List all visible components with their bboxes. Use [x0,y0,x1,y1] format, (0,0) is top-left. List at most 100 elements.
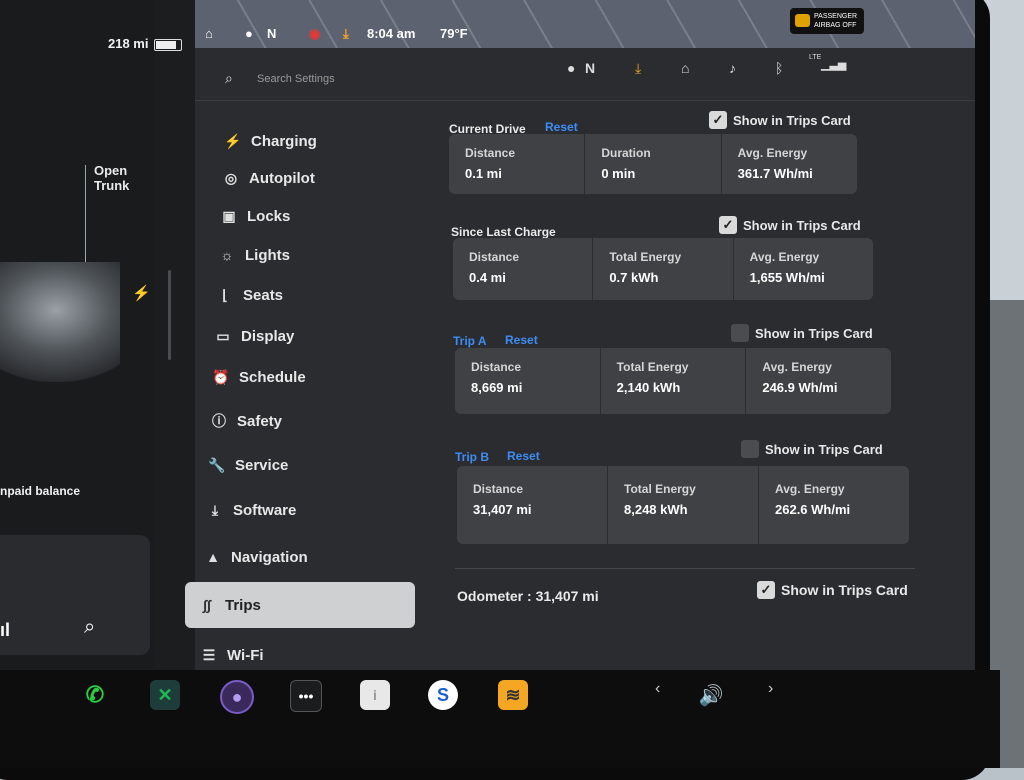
trips-icon: ∫∫ [203,597,211,613]
stat-label: Distance [469,250,520,264]
nav-locks[interactable]: ▣ Locks [195,197,290,235]
nav-label: Wi-Fi [227,646,264,664]
phone-icon[interactable]: ✆ [80,680,110,710]
stat-value: 8,248 kWh [624,502,688,517]
checkbox-unchecked-icon[interactable] [731,324,749,342]
trip-b-show-toggle[interactable]: Show in Trips Card [741,440,883,458]
nav-navigation[interactable]: ▲ Navigation [195,538,308,576]
display-icon: ▭ [216,327,230,344]
stat-cell: Total Energy 8,248 kWh [608,466,759,544]
since-last-charge-title: Since Last Charge [451,225,556,239]
driver-profile-icon[interactable]: ⌂ [205,26,213,41]
nav-autopilot[interactable]: ◎ Autopilot [195,159,315,197]
sirius-icon[interactable]: S [428,680,458,710]
lock-icon: ▣ [222,207,236,224]
update-download-icon[interactable]: ⤓ [343,26,349,42]
shuffle-icon[interactable]: ✕ [150,680,180,710]
open-trunk-label-trunk: Trunk [94,178,130,193]
show-in-trips-label: Show in Trips Card [755,325,873,341]
checkbox-unchecked-icon[interactable] [741,440,759,458]
stat-value: 31,407 mi [473,502,532,517]
nav-label: Safety [237,412,283,430]
camera-icon[interactable]: ● [220,680,254,714]
nav-seats[interactable]: ⌊ Seats [195,276,283,314]
software-update-icon[interactable]: ⤓ [635,60,641,77]
trip-b-title: Trip B [455,450,490,464]
nav-charging[interactable]: ⚡ Charging [195,122,317,160]
show-in-trips-label: Show in Trips Card [733,112,851,128]
nav-software[interactable]: ⤓ Software [195,491,296,529]
notification-bell-icon[interactable]: ♪ [729,60,736,76]
stat-value: 0.7 kWh [609,270,659,285]
steering-wheel-icon: ◎ [224,169,238,186]
stat-cell: Total Energy 2,140 kWh [601,348,747,414]
checkbox-checked-icon[interactable]: ✓ [757,581,775,599]
odometer-show-toggle[interactable]: ✓ Show in Trips Card [757,581,908,599]
equalizer-icon[interactable]: ıl [0,620,10,641]
nav-label: Seats [243,286,284,304]
alert-icon: ⓘ [212,413,226,429]
checkbox-checked-icon[interactable]: ✓ [709,111,727,129]
stat-cell: Duration 0 min [585,134,722,194]
checkbox-checked-icon[interactable]: ✓ [719,216,737,234]
since-last-charge-show-toggle[interactable]: ✓ Show in Trips Card [719,216,861,234]
nav-wifi[interactable]: ☰ Wi-Fi [195,636,264,674]
more-icon[interactable]: ••• [290,680,322,712]
profile-icon[interactable]: ● [567,60,575,76]
navigation-icon: ▲ [206,549,220,565]
airbag-line1: PASSENGER [814,13,858,20]
trip-b-reset-button[interactable]: Reset [507,449,540,463]
stat-label: Duration [601,146,651,160]
nav-safety[interactable]: ⓘ Safety [195,402,282,440]
nav-lights[interactable]: ☼ Lights [195,236,290,274]
nav-label: Lights [245,246,290,264]
trip-b-card: Distance 31,407 mi Total Energy 8,248 kWh … [457,466,909,544]
nav-schedule[interactable]: ⏰ Schedule [195,358,305,396]
stat-value: 2,140 kWh [616,380,681,395]
media-search-icon[interactable]: ⌕ [84,616,95,639]
nav-display[interactable]: ▭ Display [195,317,294,355]
download-icon: ⤓ [211,501,219,518]
car-image [0,262,120,382]
audible-icon[interactable]: ≋ [498,680,528,710]
stat-label: Total Energy [624,482,696,496]
stat-label: Total Energy [616,360,689,374]
wifi-icon: ☰ [202,646,216,663]
profile-label[interactable]: N [585,60,595,76]
lte-label: LTE [809,54,822,61]
nav-label: Navigation [231,548,308,566]
record-icon[interactable]: ◉ [309,26,320,42]
stat-value: 0 min [601,166,636,181]
stat-cell: Avg. Energy 262.6 Wh/mi [759,466,909,544]
stat-label: Avg. Energy [749,250,820,264]
stat-label: Distance [471,360,522,374]
homelink-icon[interactable]: ⌂ [681,60,689,76]
stat-label: Distance [473,482,524,496]
stat-cell: Avg. Energy 246.9 Wh/mi [746,348,891,414]
user-icon: ● [245,26,253,41]
volume-up-chevron-icon[interactable]: › [768,680,773,698]
signal-strength-icon: ▁▃▅ [821,59,847,71]
settings-panel: ⌕ ● N ⤓ ⌂ ♪ ᛒ LTE ▁▃▅ ⚡ Charging ◎ Autop… [185,48,975,670]
trip-a-show-toggle[interactable]: Show in Trips Card [731,324,873,342]
stat-value: 361.7 Wh/mi [737,166,813,181]
bluetooth-icon[interactable]: ᛒ [775,60,783,76]
show-in-trips-label: Show in Trips Card [781,582,908,598]
open-trunk-button[interactable]: Open Trunk [94,163,129,193]
current-drive-reset-button[interactable]: Reset [545,120,578,134]
volume-icon[interactable]: 🔊 [696,680,726,710]
volume-down-chevron-icon[interactable]: ‹ [655,680,660,698]
trip-a-reset-button[interactable]: Reset [505,333,538,347]
search-settings-input[interactable] [255,68,459,90]
nav-trips[interactable]: ∫∫ Trips [185,582,415,628]
notes-icon[interactable]: i [360,680,390,710]
nav-service[interactable]: 🔧 Service [195,446,288,484]
stat-label: Avg. Energy [775,482,845,496]
stat-cell: Distance 31,407 mi [457,466,608,544]
range-readout: 218 mi [108,36,149,51]
panel-resize-handle[interactable] [168,270,171,360]
current-drive-show-toggle[interactable]: ✓ Show in Trips Card [709,111,851,129]
stat-value: 0.4 mi [469,270,506,285]
charge-port-icon[interactable]: ⚡ [132,284,151,302]
open-trunk-label-open: Open [94,163,128,178]
